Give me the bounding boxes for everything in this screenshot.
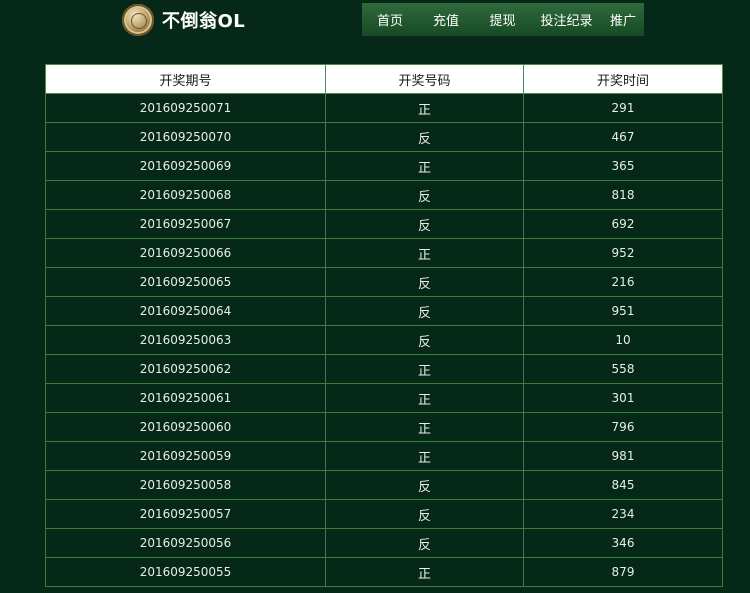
cell-draw-number: 正 bbox=[325, 93, 524, 123]
table-row: 201609250067 反 692 bbox=[45, 209, 723, 239]
table-row: 201609250068 反 818 bbox=[45, 180, 723, 210]
cell-draw-time: 818 bbox=[523, 180, 723, 210]
cell-period: 201609250066 bbox=[45, 238, 326, 268]
table-row: 201609250063 反 10 bbox=[45, 325, 723, 355]
cell-period: 201609250062 bbox=[45, 354, 326, 384]
table-row: 201609250069 正 365 bbox=[45, 151, 723, 181]
column-header-period: 开奖期号 bbox=[45, 64, 326, 94]
cell-draw-number: 反 bbox=[325, 296, 524, 326]
cell-period: 201609250067 bbox=[45, 209, 326, 239]
cell-period: 201609250068 bbox=[45, 180, 326, 210]
cell-period: 201609250056 bbox=[45, 528, 326, 558]
nav-deposit[interactable]: 充值 bbox=[418, 10, 474, 29]
table-row: 201609250065 反 216 bbox=[45, 267, 723, 297]
brand-name: 不倒翁OL bbox=[162, 11, 246, 32]
main-nav: 首页 充值 提现 投注纪录 推广 bbox=[362, 3, 644, 36]
cell-period: 201609250058 bbox=[45, 470, 326, 500]
cell-draw-number: 反 bbox=[325, 470, 524, 500]
cell-draw-number: 正 bbox=[325, 412, 524, 442]
table-header-row: 开奖期号 开奖号码 开奖时间 bbox=[45, 64, 723, 94]
cell-period: 201609250065 bbox=[45, 267, 326, 297]
table-row: 201609250059 正 981 bbox=[45, 441, 723, 471]
column-header-time: 开奖时间 bbox=[523, 64, 723, 94]
table-row: 201609250062 正 558 bbox=[45, 354, 723, 384]
table-row: 201609250056 反 346 bbox=[45, 528, 723, 558]
logo[interactable]: 不倒翁OL bbox=[122, 4, 245, 36]
cell-draw-number: 反 bbox=[325, 528, 524, 558]
cell-draw-number: 反 bbox=[325, 325, 524, 355]
cell-draw-number: 正 bbox=[325, 151, 524, 181]
nav-withdraw[interactable]: 提现 bbox=[474, 10, 531, 29]
cell-draw-number: 正 bbox=[325, 557, 524, 587]
table-row: 201609250061 正 301 bbox=[45, 383, 723, 413]
cell-period: 201609250061 bbox=[45, 383, 326, 413]
cell-period: 201609250063 bbox=[45, 325, 326, 355]
table-row: 201609250066 正 952 bbox=[45, 238, 723, 268]
table-row: 201609250070 反 467 bbox=[45, 122, 723, 152]
cell-draw-number: 正 bbox=[325, 238, 524, 268]
cell-draw-time: 951 bbox=[523, 296, 723, 326]
table-row: 201609250060 正 796 bbox=[45, 412, 723, 442]
cell-period: 201609250070 bbox=[45, 122, 326, 152]
cell-draw-time: 558 bbox=[523, 354, 723, 384]
cell-draw-number: 反 bbox=[325, 209, 524, 239]
header: 不倒翁OL 首页 充值 提现 投注纪录 推广 bbox=[0, 0, 750, 44]
cell-draw-time: 692 bbox=[523, 209, 723, 239]
coin-logo-icon bbox=[122, 4, 154, 36]
cell-draw-number: 正 bbox=[325, 354, 524, 384]
cell-draw-time: 952 bbox=[523, 238, 723, 268]
nav-bet-records[interactable]: 投注纪录 bbox=[531, 10, 602, 29]
cell-draw-time: 845 bbox=[523, 470, 723, 500]
cell-draw-time: 879 bbox=[523, 557, 723, 587]
cell-period: 201609250059 bbox=[45, 441, 326, 471]
cell-period: 201609250060 bbox=[45, 412, 326, 442]
cell-draw-time: 301 bbox=[523, 383, 723, 413]
cell-draw-number: 正 bbox=[325, 383, 524, 413]
cell-period: 201609250057 bbox=[45, 499, 326, 529]
column-header-number: 开奖号码 bbox=[325, 64, 524, 94]
table-row: 201609250064 反 951 bbox=[45, 296, 723, 326]
draw-results-table: 开奖期号 开奖号码 开奖时间 201609250071 正 291 201609250… bbox=[45, 64, 723, 587]
table-row: 201609250071 正 291 bbox=[45, 93, 723, 123]
nav-promotion[interactable]: 推广 bbox=[602, 10, 644, 29]
cell-period: 201609250064 bbox=[45, 296, 326, 326]
draw-results-table-container: 开奖期号 开奖号码 开奖时间 201609250071 正 291 201609250… bbox=[45, 64, 723, 587]
cell-draw-time: 346 bbox=[523, 528, 723, 558]
cell-draw-time: 467 bbox=[523, 122, 723, 152]
cell-draw-time: 216 bbox=[523, 267, 723, 297]
nav-home[interactable]: 首页 bbox=[362, 10, 418, 29]
cell-draw-time: 796 bbox=[523, 412, 723, 442]
cell-period: 201609250055 bbox=[45, 557, 326, 587]
cell-draw-time: 365 bbox=[523, 151, 723, 181]
cell-draw-time: 291 bbox=[523, 93, 723, 123]
table-row: 201609250055 正 879 bbox=[45, 557, 723, 587]
table-row: 201609250058 反 845 bbox=[45, 470, 723, 500]
cell-draw-number: 反 bbox=[325, 122, 524, 152]
cell-period: 201609250069 bbox=[45, 151, 326, 181]
cell-draw-number: 正 bbox=[325, 441, 524, 471]
cell-draw-time: 234 bbox=[523, 499, 723, 529]
cell-period: 201609250071 bbox=[45, 93, 326, 123]
cell-draw-number: 反 bbox=[325, 267, 524, 297]
cell-draw-time: 10 bbox=[523, 325, 723, 355]
cell-draw-number: 反 bbox=[325, 180, 524, 210]
cell-draw-time: 981 bbox=[523, 441, 723, 471]
cell-draw-number: 反 bbox=[325, 499, 524, 529]
table-row: 201609250057 反 234 bbox=[45, 499, 723, 529]
